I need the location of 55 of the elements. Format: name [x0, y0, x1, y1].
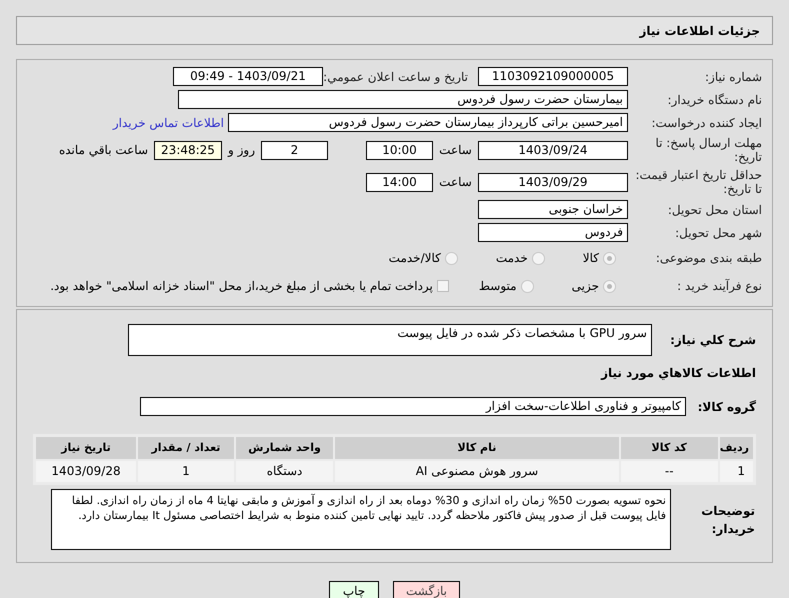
print-button[interactable]: چاپ — [329, 581, 379, 598]
radio-button[interactable] — [532, 252, 545, 264]
field-label: استان محل تحویل: — [666, 202, 762, 216]
checkbox-label: پرداخت تمام یا بخشی از مبلغ خرید،از محل "اسناد خزانه اسلامی" خواهد بود. — [50, 278, 433, 295]
time-label: ساعت — [438, 174, 473, 191]
column-header: نام کالا — [334, 436, 620, 460]
column-header: تعداد / مقدار — [137, 436, 235, 460]
field-label: نام دستگاه خریدار: — [666, 92, 762, 106]
field-label: گروه کالا: — [696, 398, 756, 416]
field-label: شرح کلي نیاز: — [669, 332, 756, 349]
deadline-date-field[interactable]: 1403/09/24 — [478, 140, 628, 160]
radio-button[interactable] — [603, 252, 616, 264]
field-label: تاریخ و ساعت اعلان عمومي: — [323, 70, 468, 84]
radio-button[interactable] — [603, 280, 616, 292]
validity-time-field[interactable]: 14:00 — [366, 172, 433, 192]
days-label: روز و — [226, 142, 256, 159]
radio-button[interactable] — [520, 280, 534, 292]
summary-textarea[interactable]: سرور GPU با مشخصات ذکر شده در فایل پیوست — [128, 324, 652, 356]
field-label: توضیحات خریدار: — [700, 502, 755, 538]
notes-textarea[interactable]: نحوه تسویه بصورت 50% زمان راه اندازی و 30% دوماه بعد از راه اندازی و آموزش و مابقی نهایتا 4 ماه از زمان راه اندازی. لطفا فایل پیوست قبل از صدور پیش فاکتور ملاحظه گردد. تایید نهایی تامین کننده منوط به شرایط اختصاصی مسئول It بیمارستان دارد. — [51, 489, 671, 550]
checkbox[interactable] — [436, 280, 449, 292]
field-label: شهر محل تحویل: — [674, 226, 762, 240]
radio-button[interactable] — [444, 252, 458, 264]
need-number-field[interactable]: 1103092109000005 — [478, 67, 628, 86]
radio-label: جزیی — [572, 278, 599, 295]
validity-date-field[interactable]: 1403/09/29 — [478, 172, 628, 192]
field-label: نوع فرآیند خرید : — [676, 279, 762, 293]
city-field[interactable]: فردوس — [478, 223, 628, 242]
goods-group-field[interactable]: کامپیوتر و فناوری اطلاعات-سخت افزار — [140, 397, 686, 416]
page-header: جزئیات اطلاعات نیاز — [16, 16, 773, 45]
column-header: تاریخ نیاز — [34, 436, 138, 460]
creator-field[interactable]: امیرحسین براتی کارپرداز بیمارستان حضرت رسول فردوس — [228, 113, 628, 132]
time-label: ساعت — [438, 142, 473, 159]
field-label: ایجاد کننده درخواست: — [650, 116, 762, 130]
radio-label: کالا — [582, 250, 599, 267]
field-label: طبقه بندی موضوعی: — [654, 251, 762, 265]
column-header: ردیف — [718, 436, 754, 460]
column-header: واحد شمارش — [234, 436, 334, 460]
field-label: شماره نیاز: — [704, 70, 762, 84]
back-button[interactable]: بازگشت — [393, 581, 460, 598]
days-field[interactable]: 2 — [261, 140, 328, 160]
contact-link[interactable]: اطلاعات تماس خریدار — [112, 114, 224, 132]
deadline-time-field[interactable]: 10:00 — [366, 140, 433, 160]
remaining-label: ساعت باقي مانده — [58, 142, 149, 159]
radio-label: متوسط — [478, 278, 517, 295]
remaining-time-field[interactable]: 23:48:25 — [154, 140, 222, 160]
field-label: حداقل تاریخ اعتبار قیمت: تا تاریخ: — [634, 168, 762, 196]
section-heading: اطلاعات کالاهاي مورد نیاز — [600, 365, 756, 382]
announce-date-field[interactable]: 1403/09/21 - 09:49 — [173, 67, 323, 86]
radio-label: کالا/خدمت — [388, 250, 441, 267]
radio-label: خدمت — [496, 250, 528, 267]
province-field[interactable]: خراسان جنوبی — [478, 200, 628, 219]
field-label: مهلت ارسال پاسخ: تا تاریخ: — [654, 136, 762, 164]
column-header: کد کالا — [620, 436, 719, 460]
buyer-field[interactable]: بیمارستان حضرت رسول فردوس — [178, 90, 628, 109]
